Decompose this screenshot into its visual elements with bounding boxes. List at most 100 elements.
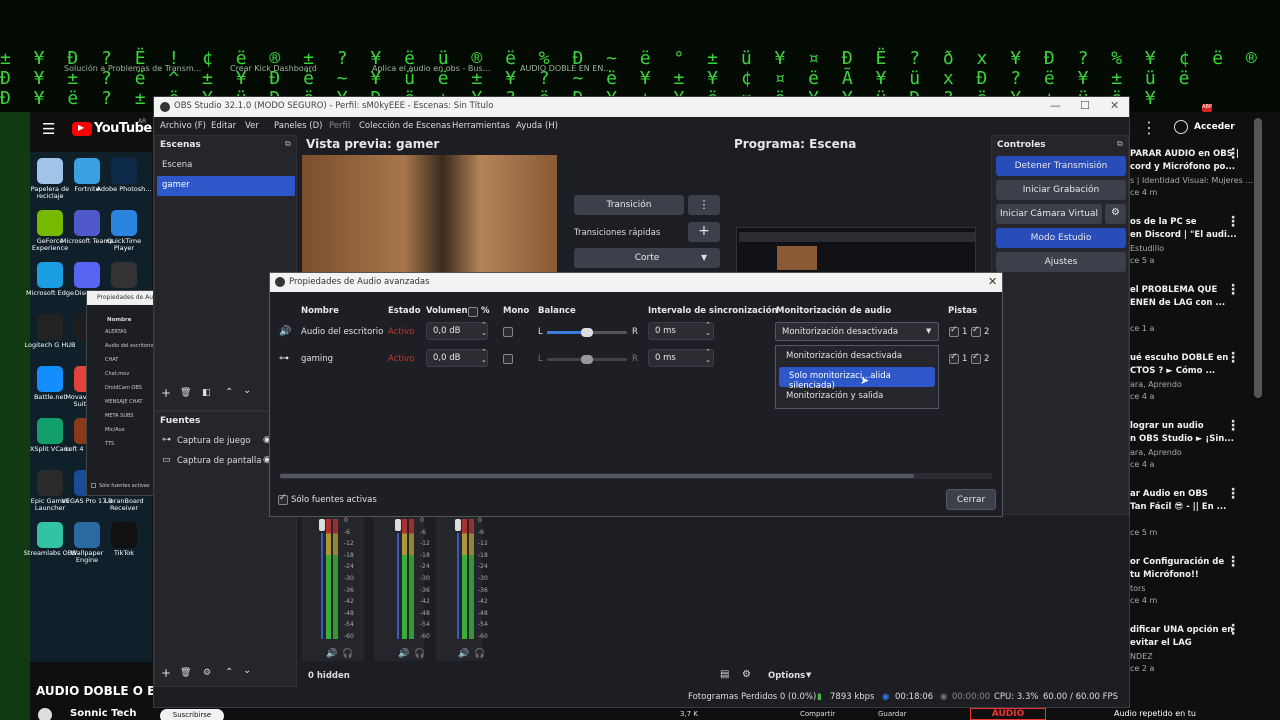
menu-edit[interactable]: Editar <box>211 121 236 131</box>
rec-title[interactable]: ENEN de LAG con ... <box>1130 297 1225 310</box>
mono-checkbox[interactable] <box>503 327 513 337</box>
dropdown-option[interactable]: Monitorización y salida <box>776 387 938 407</box>
rec-title[interactable]: dificar UNA opción en <box>1130 624 1233 637</box>
volume-fader-track[interactable] <box>457 533 459 639</box>
rec-title[interactable]: n OBS Studio ► ¡Sin... <box>1130 433 1234 446</box>
headphones-icon[interactable]: 🎧 <box>342 649 353 659</box>
scrollbar[interactable] <box>1254 118 1262 398</box>
hidden-count[interactable]: 0 hidden <box>308 671 350 681</box>
share-button[interactable]: Compartir <box>800 710 835 718</box>
options-button[interactable]: Options <box>768 671 805 681</box>
volume-fader-track[interactable] <box>321 533 323 639</box>
balance-slider[interactable] <box>547 355 627 364</box>
spin-down-icon[interactable]: ⌄ <box>705 356 711 364</box>
move-down-icon[interactable]: ⌄ <box>243 385 251 396</box>
gear-icon[interactable]: ⚙ <box>1105 204 1126 224</box>
add-scene-icon[interactable]: + <box>161 386 171 400</box>
menu-tools[interactable]: Herramientas <box>452 121 510 131</box>
transition-menu-icon[interactable]: ⋮ <box>688 195 720 215</box>
horizontal-scrollbar[interactable] <box>280 473 992 479</box>
spin-up-icon[interactable]: ⌃ <box>481 321 487 329</box>
balance-handle[interactable] <box>581 355 593 364</box>
menu-file[interactable]: Archivo (F) <box>160 121 206 131</box>
scrollbar-thumb[interactable] <box>280 474 914 478</box>
desktop-shortcut[interactable]: Adobe Photosh... <box>96 158 152 193</box>
menu-icon[interactable]: ☰ <box>42 120 55 138</box>
more-options-icon[interactable]: ⋮ <box>1226 146 1240 162</box>
rec-title[interactable]: CTOS ? ► Cómo ... <box>1130 365 1215 378</box>
layout-icon[interactable]: ▤ <box>720 669 729 680</box>
more-options-icon[interactable]: ⋮ <box>1226 350 1240 366</box>
rec-title[interactable]: tu Micrófono!! <box>1130 569 1199 582</box>
undock-icon[interactable]: ⧉ <box>285 139 291 149</box>
save-button[interactable]: Guardar <box>878 710 907 718</box>
speaker-icon[interactable]: 🔊 <box>458 649 469 659</box>
browser-tab[interactable]: Aplica el audio en obs - Bus... <box>372 64 490 73</box>
track-checkbox[interactable] <box>971 352 981 364</box>
stop-stream-button[interactable]: Detener Transmisión <box>996 156 1126 176</box>
close-button[interactable]: Cerrar <box>946 489 996 510</box>
rec-title[interactable]: lograr un audio <box>1130 420 1204 433</box>
rec-title[interactable]: en Discord | "El audi... <box>1130 229 1237 242</box>
studio-mode-button[interactable]: Modo Estudio <box>996 228 1126 248</box>
rec-title[interactable]: Tan Fácil 😎 - || En ... <box>1130 501 1226 514</box>
signin-button[interactable]: Acceder <box>1194 122 1235 132</box>
spin-up-icon[interactable]: ⌃ <box>705 348 711 356</box>
rec-title[interactable]: cord y Micrófono po... <box>1130 161 1235 174</box>
scene-item[interactable]: Escena <box>157 156 295 176</box>
browser-tab[interactable]: Crear Kick Dashboard <box>230 64 317 73</box>
browser-tab[interactable]: Solución a Problemas de Transm... <box>64 64 201 73</box>
menu-help[interactable]: Ayuda (H) <box>516 121 558 131</box>
headphones-icon[interactable]: 🎧 <box>414 649 425 659</box>
browser-tab[interactable]: AUDIO DOBLE EN EN... <box>520 64 611 73</box>
spin-down-icon[interactable]: ⌄ <box>481 329 487 337</box>
spin-down-icon[interactable]: ⌄ <box>481 356 487 364</box>
rec-title[interactable]: ar Audio en OBS <box>1130 488 1208 501</box>
gear-icon[interactable]: ⚙ <box>203 668 211 678</box>
scene-item-selected[interactable]: gamer <box>157 176 295 196</box>
more-options-icon[interactable]: ⋮ <box>1226 486 1240 502</box>
headphones-icon[interactable]: 🎧 <box>474 649 485 659</box>
track-checkbox[interactable] <box>971 325 981 337</box>
filter-icon[interactable]: ◧ <box>202 388 211 398</box>
more-options-icon[interactable]: ⋮ <box>1226 214 1240 230</box>
like-count[interactable]: 3,7 K <box>680 710 698 718</box>
more-options-icon[interactable]: ⋮ <box>1226 282 1240 298</box>
start-recording-button[interactable]: Iniciar Grabación <box>996 180 1126 200</box>
rec-title[interactable]: or Configuración de <box>1130 556 1224 569</box>
program-canvas[interactable] <box>736 227 976 273</box>
more-options-icon[interactable]: ⋮ <box>1226 418 1240 434</box>
preview-canvas[interactable] <box>302 155 557 273</box>
balance-slider[interactable] <box>547 328 627 337</box>
menu-view[interactable]: Ver <box>245 121 259 131</box>
channel-avatar[interactable] <box>38 708 52 720</box>
track-checkbox[interactable] <box>949 325 959 337</box>
maximize-icon[interactable]: ☐ <box>1080 99 1090 112</box>
menu-docks[interactable]: Paneles (D) <box>274 121 322 131</box>
mono-checkbox[interactable] <box>503 354 513 364</box>
up-next-title[interactable]: Audio repetido en tu <box>1114 709 1196 718</box>
more-options-icon[interactable]: ⋮ <box>1226 622 1240 638</box>
more-icon[interactable]: ⋮ <box>1141 118 1157 137</box>
remove-scene-icon[interactable]: 🗑 <box>180 388 191 398</box>
active-only-checkbox[interactable] <box>278 493 288 505</box>
add-source-icon[interactable]: + <box>161 666 171 680</box>
move-up-icon[interactable]: ⌃ <box>225 387 233 398</box>
cut-button[interactable]: Corte <box>574 248 720 268</box>
settings-button[interactable]: Ajustes <box>996 252 1126 272</box>
volume-fader-handle[interactable] <box>455 519 461 531</box>
transition-button[interactable]: Transición <box>574 195 684 215</box>
settings-icon[interactable]: ⚙ <box>742 669 751 680</box>
minimize-icon[interactable]: — <box>1050 99 1061 112</box>
menu-scene-collection[interactable]: Colección de Escenas <box>359 121 451 131</box>
speaker-icon[interactable]: 🔊 <box>398 649 409 659</box>
subscribe-button[interactable]: Suscribirse <box>160 709 224 720</box>
virtual-camera-button[interactable]: Iniciar Cámara Virtual <box>996 204 1102 224</box>
rec-title[interactable]: ué escuho DOBLE en <box>1130 352 1228 365</box>
spin-down-icon[interactable]: ⌄ <box>705 329 711 337</box>
rec-title[interactable]: evitar el LAG <box>1130 637 1192 650</box>
volume-fader-handle[interactable] <box>319 519 325 531</box>
speaker-icon[interactable]: 🔊 <box>326 649 337 659</box>
desktop-shortcut[interactable]: TikTok <box>96 522 152 557</box>
more-options-icon[interactable]: ⋮ <box>1226 554 1240 570</box>
